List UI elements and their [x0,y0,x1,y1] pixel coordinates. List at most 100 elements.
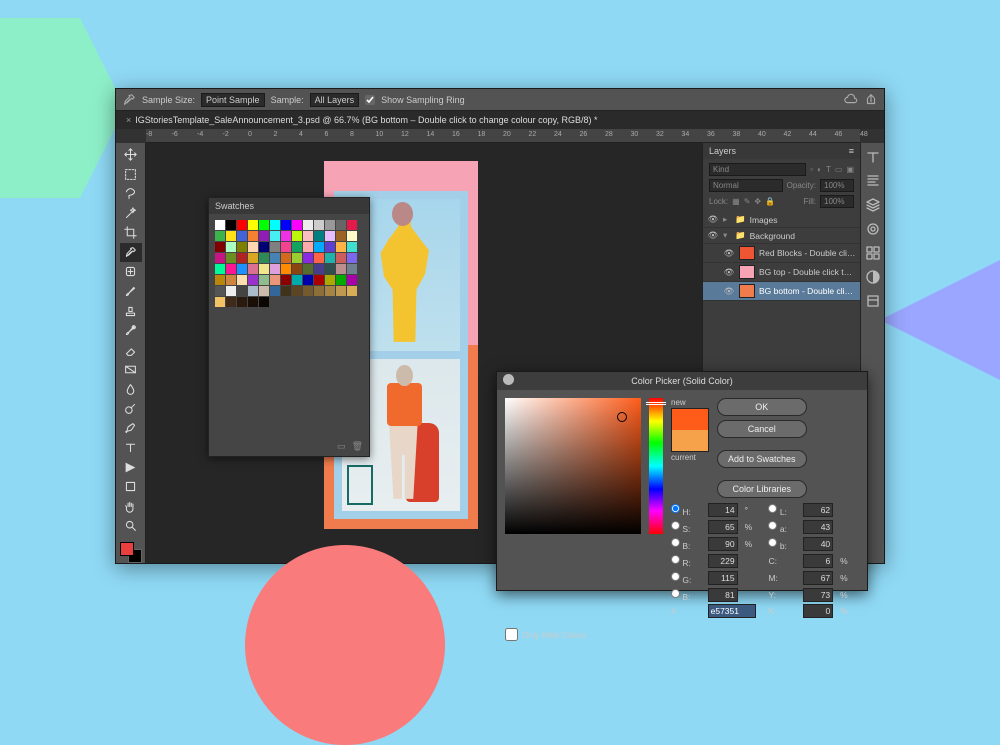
visibility-icon[interactable]: 👁 [723,267,735,278]
sample-size-select[interactable]: Point Sample [201,93,265,107]
swatch[interactable] [237,264,247,274]
layers-panel-icon[interactable] [865,197,881,213]
hex-input[interactable] [708,604,756,618]
swatch[interactable] [270,231,280,241]
swatch[interactable] [325,220,335,230]
foreground-color-swatch[interactable] [120,542,134,556]
swatch[interactable] [259,286,269,296]
layer-group-row[interactable]: 👁▾📁Background [703,228,860,244]
swatch[interactable] [270,275,280,285]
swatch[interactable] [259,264,269,274]
swatch[interactable] [215,297,225,307]
filter-adjust-icon[interactable]: ◐ [817,165,822,174]
swatch[interactable] [237,286,247,296]
zoom-tool[interactable] [120,516,142,536]
swatch[interactable] [215,286,225,296]
swatch[interactable] [347,220,357,230]
swatch[interactable] [303,286,313,296]
color-picker-title-bar[interactable]: Color Picker (Solid Color) [497,372,867,390]
swatch[interactable] [248,242,258,252]
stamp-tool[interactable] [120,301,142,321]
swatch[interactable] [347,253,357,263]
layer-row[interactable]: 👁BG bottom - Double click... [703,282,860,301]
healing-tool[interactable] [120,262,142,282]
swatch[interactable] [226,231,236,241]
lock-all-icon[interactable]: 🔒 [765,197,775,206]
swatch[interactable] [248,275,258,285]
foreground-background-colors[interactable] [120,542,142,563]
swatch[interactable] [281,253,291,263]
swatch[interactable] [336,242,346,252]
swatch[interactable] [237,242,247,252]
swatch[interactable] [215,220,225,230]
swatch[interactable] [248,286,258,296]
swatch[interactable] [292,231,302,241]
swatch[interactable] [303,264,313,274]
pen-tool[interactable] [120,418,142,438]
swatch[interactable] [281,286,291,296]
swatch[interactable] [248,297,258,307]
marquee-tool[interactable] [120,165,142,185]
paragraph-panel-icon[interactable] [865,173,881,189]
color-libraries-button[interactable]: Color Libraries [717,480,807,498]
s-radio[interactable] [671,519,680,532]
swatch[interactable] [325,231,335,241]
hand-tool[interactable] [120,497,142,517]
swatch[interactable] [270,253,280,263]
r-radio[interactable] [671,553,680,566]
swatches-panel-header[interactable]: Swatches [209,198,369,214]
swatch[interactable] [336,253,346,263]
shape-tool[interactable] [120,477,142,497]
h-radio[interactable] [671,502,680,515]
h-input[interactable] [708,503,738,517]
swatches-panel[interactable]: Swatches ▭ 🗑 [208,197,370,457]
filter-type-icon[interactable]: T [826,165,831,174]
swatch[interactable] [270,286,280,296]
swatch[interactable] [292,242,302,252]
swatch[interactable] [248,231,258,241]
tab-close-icon[interactable]: × [126,115,131,125]
swatch[interactable] [226,242,236,252]
path-tool[interactable] [120,458,142,478]
lock-position-icon[interactable]: ✥ [754,197,761,206]
bl-input[interactable] [708,588,738,602]
hue-slider-thumb[interactable] [646,402,666,405]
delete-swatch-icon[interactable]: 🗑 [352,441,363,452]
bl-radio[interactable] [671,587,680,600]
swatch[interactable] [270,264,280,274]
swatch[interactable] [226,220,236,230]
lock-paint-icon[interactable]: ✎ [744,197,751,206]
color-field-cursor[interactable] [617,412,627,422]
adjustments-panel-icon[interactable] [865,269,881,285]
visibility-icon[interactable]: 👁 [723,248,735,259]
visibility-icon[interactable]: 👁 [723,286,735,297]
filter-smart-icon[interactable]: ▣ [846,165,854,174]
blend-mode-select[interactable]: Normal [709,179,783,192]
layer-group-row[interactable]: 👁▸📁Images [703,212,860,228]
swatch[interactable] [237,275,247,285]
type-panel-icon[interactable] [865,149,881,165]
history-brush-tool[interactable] [120,321,142,341]
dodge-tool[interactable] [120,399,142,419]
lasso-tool[interactable] [120,184,142,204]
swatch[interactable] [215,231,225,241]
swatch[interactable] [292,253,302,263]
b-input[interactable] [708,537,738,551]
swatch[interactable] [303,220,313,230]
y-input[interactable] [803,588,833,602]
show-sampling-ring-checkbox[interactable] [365,95,375,105]
swatch[interactable] [314,264,324,274]
swatch[interactable] [347,264,357,274]
layer-row[interactable]: 👁BG top - Double click to ... [703,263,860,282]
swatch[interactable] [226,297,236,307]
a-radio[interactable] [768,519,777,532]
swatch[interactable] [248,220,258,230]
swatch[interactable] [303,242,313,252]
swatch[interactable] [259,242,269,252]
swatch[interactable] [226,286,236,296]
swatch[interactable] [314,242,324,252]
a-input[interactable] [803,520,833,534]
swatch[interactable] [336,220,346,230]
swatch[interactable] [347,275,357,285]
swatch[interactable] [292,275,302,285]
